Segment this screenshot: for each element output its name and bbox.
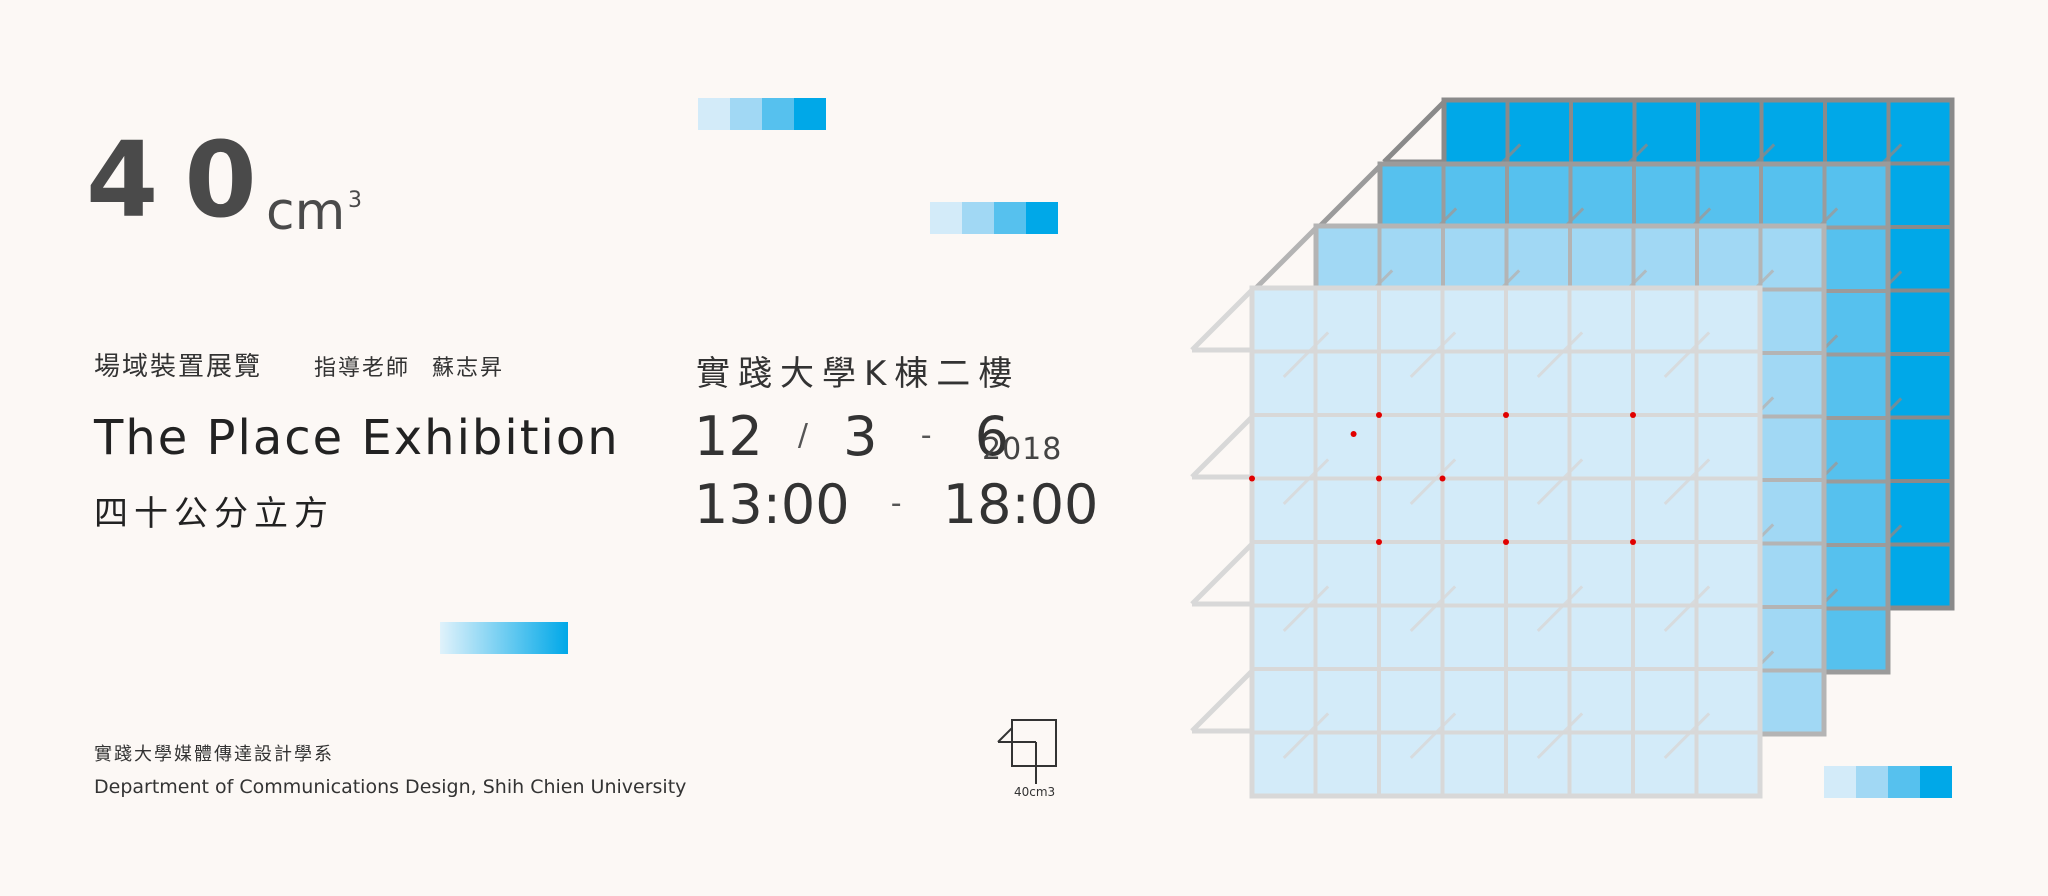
red-dot xyxy=(1350,431,1357,438)
exhibition-title-zh: 四十公分立方 xyxy=(94,494,334,534)
time-start: 13:00 xyxy=(694,473,850,536)
red-dot xyxy=(1376,539,1382,545)
40cm3-logo-icon xyxy=(997,719,1057,784)
venue: 實踐大學K棟二樓 xyxy=(696,354,1021,394)
date-dash: - xyxy=(920,418,932,453)
layered-grid-cubes-illustration xyxy=(1190,97,1955,799)
title-superscript: 3 xyxy=(348,188,362,213)
logo-caption: 40cm3 xyxy=(1014,785,1056,799)
date-range: 12 / 3 - 6 xyxy=(694,410,1009,464)
date-year: 2018 xyxy=(982,432,1063,467)
exhibition-title-en: The Place Exhibition xyxy=(94,410,620,466)
decorative-gradient-bar xyxy=(440,622,568,654)
title-unit: cm xyxy=(266,182,346,242)
red-dot xyxy=(1249,475,1255,482)
advisor-label: 指導老師 xyxy=(314,356,411,381)
red-dot xyxy=(1630,412,1636,418)
red-dot xyxy=(1376,475,1382,482)
department-zh: 實踐大學媒體傳達設計學系 xyxy=(94,744,334,765)
red-dot xyxy=(1630,539,1636,545)
time-dash: - xyxy=(890,486,902,521)
time-range: 13:00 - 18:00 xyxy=(694,478,1098,532)
date-month: 12 xyxy=(694,405,763,468)
decorative-color-strip xyxy=(698,98,826,130)
grid-layer xyxy=(1190,285,1763,799)
red-dot xyxy=(1503,539,1509,545)
red-dot xyxy=(1376,412,1382,418)
red-dot xyxy=(1439,475,1446,482)
decorative-color-strip xyxy=(930,202,1058,234)
time-end: 18:00 xyxy=(942,473,1099,536)
red-dot xyxy=(1503,412,1509,418)
exhibition-category: 場域裝置展覽 xyxy=(94,352,263,382)
advisor-name: 蘇志昇 xyxy=(432,356,505,381)
date-slash: / xyxy=(797,418,808,453)
department-en: Department of Communications Design, Shi… xyxy=(94,776,687,798)
title-number: 40 xyxy=(86,119,283,241)
date-start-day: 3 xyxy=(843,405,878,468)
